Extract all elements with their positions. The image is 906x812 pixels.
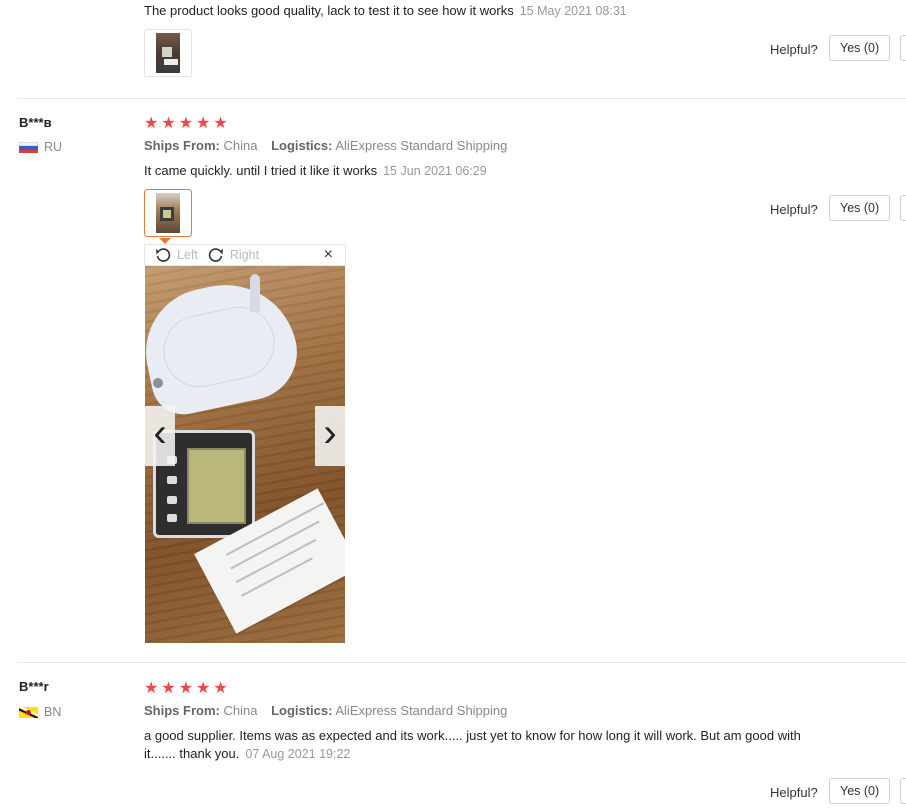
logistics-value: AliExpress Standard Shipping — [335, 703, 508, 718]
photo-thumbnail-image — [156, 193, 180, 233]
star-icon: ★ — [178, 680, 194, 697]
helpful-label: Helpful? — [770, 785, 818, 800]
star-rating: ★ ★ ★ ★ ★ — [144, 113, 228, 133]
flag-bn-icon — [19, 706, 38, 718]
chevron-right-icon: › — [323, 411, 337, 455]
star-icon: ★ — [161, 680, 176, 697]
country-code: RU — [44, 140, 63, 154]
shipping-info: Ships From: China Logistics: AliExpress … — [144, 703, 507, 718]
rotate-right-icon — [208, 248, 223, 262]
rotate-left-label: Left — [177, 248, 198, 262]
ships-from-value: China — [223, 703, 258, 718]
review-text: It came quickly. until I tried it like i… — [144, 163, 378, 178]
helpful-label: Helpful? — [770, 42, 818, 57]
helpful-no-button[interactable] — [900, 778, 906, 804]
ships-from-value: China — [223, 138, 258, 153]
review-divider — [18, 662, 906, 663]
rotate-right-button[interactable]: Right — [208, 247, 259, 263]
rotate-left-icon — [156, 248, 171, 262]
review-2-text-row: It came quickly. until I tried it like i… — [144, 162, 487, 180]
flag-ru-icon — [19, 141, 38, 153]
review-date: 15 Jun 2021 06:29 — [383, 164, 487, 178]
helpful-yes-button[interactable]: Yes (0) — [829, 778, 891, 804]
rotate-right-label: Right — [229, 248, 260, 262]
helpful-yes-button[interactable]: Yes (0) — [829, 195, 891, 221]
photo-thumbnail-image — [156, 33, 180, 73]
star-icon: ★ — [178, 115, 194, 132]
star-icon: ★ — [196, 115, 211, 132]
reviewer-country: RU — [19, 140, 62, 154]
close-viewer-icon[interactable]: × — [324, 246, 333, 264]
chevron-left-icon: ‹ — [153, 411, 167, 455]
logistics-label: Logistics: — [271, 138, 333, 153]
star-icon: ★ — [213, 115, 228, 132]
review-3-text: a good supplier. Items was as expected a… — [144, 727, 864, 763]
country-code: BN — [44, 705, 62, 719]
review-photo-thumbnail-active[interactable] — [144, 189, 192, 237]
review-photo-thumbnail[interactable] — [144, 29, 192, 77]
review-text-line: a good supplier. Items was as expected a… — [144, 728, 801, 743]
star-icon: ★ — [196, 680, 211, 697]
star-rating: ★ ★ ★ ★ ★ — [144, 678, 228, 698]
star-icon: ★ — [144, 115, 159, 132]
star-icon: ★ — [161, 115, 176, 132]
helpful-yes-button[interactable]: Yes (0) — [829, 35, 891, 61]
logistics-value: AliExpress Standard Shipping — [335, 138, 508, 153]
next-image-button[interactable]: › — [315, 406, 345, 466]
reviewer-country: BN — [19, 705, 61, 719]
helpful-label: Helpful? — [770, 202, 818, 217]
star-icon: ★ — [144, 680, 159, 697]
review-1-text-row: The product looks good quality, lack to … — [144, 2, 627, 20]
review-date: 15 May 2021 08:31 — [519, 4, 627, 18]
helpful-no-button[interactable] — [900, 35, 906, 61]
helpful-no-button[interactable] — [900, 195, 906, 221]
logistics-label: Logistics: — [271, 703, 333, 718]
image-viewer-toolbar: Left Right × — [144, 244, 346, 266]
ships-from-label: Ships From: — [144, 703, 220, 718]
reviewer-name: B***в — [19, 115, 52, 130]
review-divider — [18, 98, 906, 99]
previous-image-button[interactable]: ‹ — [145, 406, 175, 466]
review-text-line: it....... thank you. — [144, 746, 240, 761]
star-icon: ★ — [213, 680, 228, 697]
review-text: The product looks good quality, lack to … — [144, 3, 514, 18]
rotate-left-button[interactable]: Left — [155, 247, 198, 263]
ships-from-label: Ships From: — [144, 138, 220, 153]
shipping-info: Ships From: China Logistics: AliExpress … — [144, 138, 507, 153]
reviewer-name: B***r — [19, 679, 49, 694]
review-date: 07 Aug 2021 19:22 — [245, 747, 351, 761]
